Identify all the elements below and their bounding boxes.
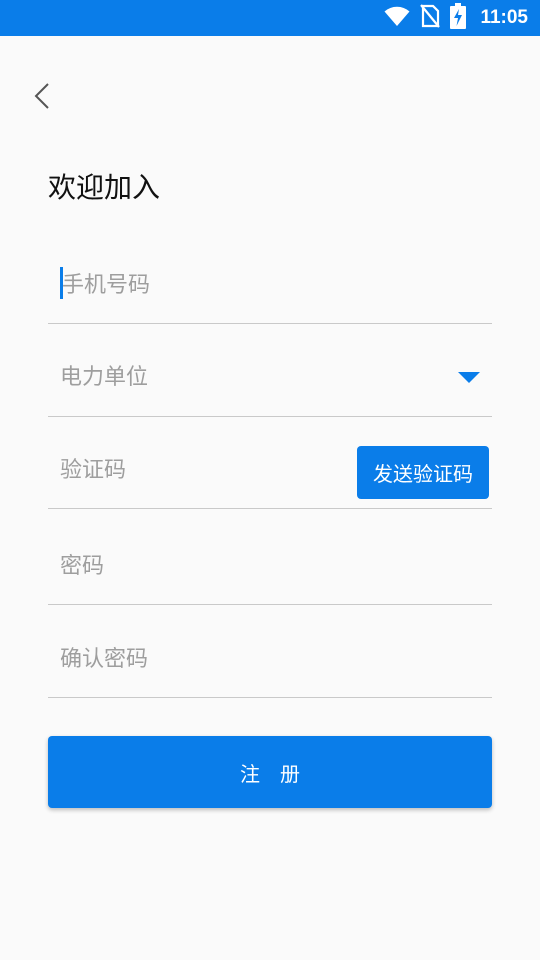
send-code-button[interactable]: 发送验证码 (357, 446, 489, 499)
page-title: 欢迎加入 (48, 171, 161, 204)
status-time: 11:05 (480, 7, 528, 28)
phone-field[interactable] (48, 265, 492, 324)
wifi-icon (384, 5, 410, 31)
register-button[interactable]: 注 册 (48, 736, 492, 808)
status-bar: 11:05 (0, 0, 540, 36)
password-input[interactable] (60, 546, 480, 586)
phone-input[interactable] (62, 265, 336, 305)
confirm-password-field[interactable] (48, 639, 492, 698)
unit-field[interactable]: 电力单位 (48, 358, 492, 417)
no-sim-icon (420, 4, 441, 32)
confirm-password-input[interactable] (60, 639, 480, 679)
dropdown-triangle-icon[interactable] (458, 372, 480, 383)
chevron-left-icon (34, 83, 49, 109)
status-icons: 11:05 (384, 0, 528, 36)
password-field[interactable] (48, 546, 492, 605)
battery-charging-icon (450, 3, 467, 33)
code-input[interactable] (60, 450, 340, 490)
unit-select-placeholder: 电力单位 (60, 365, 149, 390)
back-button[interactable] (26, 76, 62, 116)
